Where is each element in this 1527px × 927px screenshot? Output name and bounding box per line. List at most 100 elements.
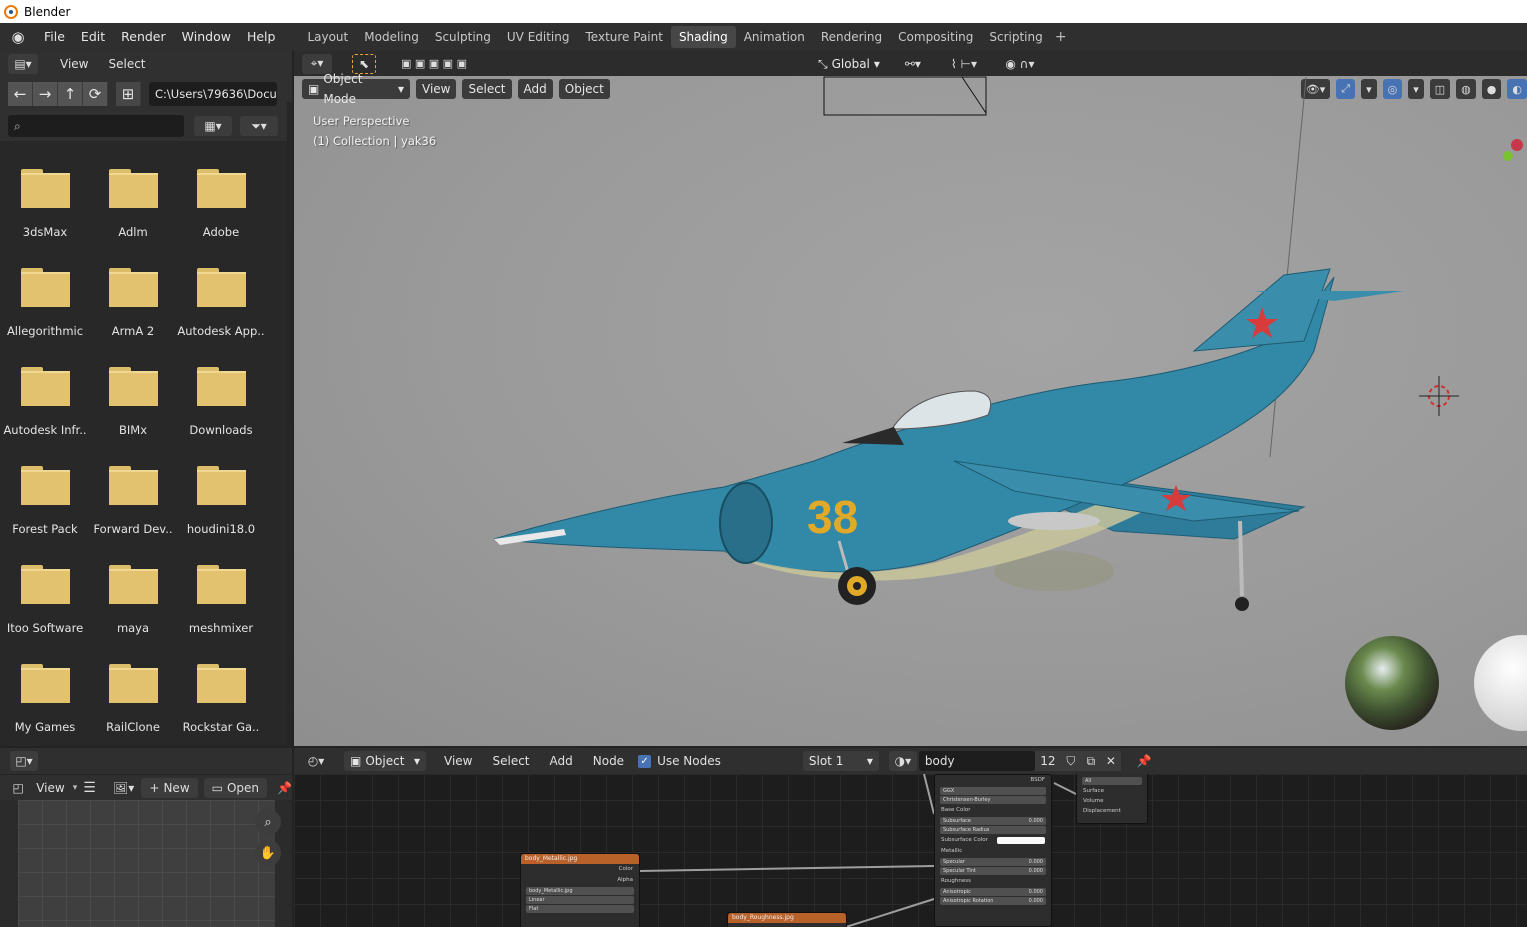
node-projection-dropdown[interactable]: Flat	[526, 905, 634, 913]
file-browser-scrollbar[interactable]	[287, 102, 292, 797]
input-subsurface-radius[interactable]: Subsurface Radius	[940, 826, 1046, 834]
open-image-button[interactable]: ▭ Open	[203, 777, 268, 798]
output-target-dropdown[interactable]: All	[1082, 777, 1142, 785]
menu-edit[interactable]: Edit	[73, 26, 113, 48]
unlink-material-icon[interactable]: ✕	[1100, 751, 1121, 771]
input-specular[interactable]: Specular 0.000	[940, 858, 1046, 866]
node-principled-bsdf[interactable]: BSDF GGX Christensen-Burley Base Color S…	[934, 774, 1052, 927]
add-workspace-icon[interactable]: +	[1051, 29, 1071, 45]
tab-layout[interactable]: Layout	[299, 26, 356, 48]
node-menu-select[interactable]: Select	[482, 754, 539, 768]
node-menu-view[interactable]: View	[434, 754, 482, 768]
input-anisotropic[interactable]: Anisotropic 0.000	[940, 888, 1046, 896]
list-item[interactable]: Forest Pack	[1, 446, 89, 545]
node-image-metallic[interactable]: body_Metallic.jpg Color Alpha body_Metal…	[520, 853, 640, 927]
list-item[interactable]: Itoo Software	[1, 545, 89, 644]
list-item[interactable]: Forward Dev..	[89, 446, 177, 545]
folder-label: Allegorithmic	[6, 324, 84, 338]
new-image-button[interactable]: + New	[141, 777, 198, 798]
editor-type-icon[interactable]: ◴▾	[302, 751, 330, 771]
forward-arrow-icon[interactable]: →	[33, 82, 58, 106]
search-input[interactable]: ⌕	[8, 115, 184, 137]
node-image-field[interactable]: body_Metallic.jpg	[526, 887, 634, 895]
input-anisotropic-rotation[interactable]: Anisotropic Rotation 0.000	[940, 897, 1046, 905]
list-item[interactable]: Downloads	[177, 347, 265, 446]
tab-scripting[interactable]: Scripting	[981, 26, 1050, 48]
list-item[interactable]: BIMx	[89, 347, 177, 446]
duplicate-material-icon[interactable]: ⧉	[1080, 751, 1101, 771]
image-browse-icon[interactable]: 🖼▾	[111, 777, 136, 798]
material-user-count[interactable]: 12	[1034, 751, 1061, 771]
filter-icon[interactable]: ⏷▾	[240, 116, 278, 136]
node-menu-add[interactable]: Add	[540, 754, 583, 768]
tab-rendering[interactable]: Rendering	[813, 26, 890, 48]
distribution-dropdown[interactable]: GGX	[940, 787, 1046, 795]
material-name-field[interactable]: body	[918, 751, 1035, 771]
node-interpolation-dropdown[interactable]: Linear	[526, 896, 634, 904]
list-item[interactable]: 3dsMax	[1, 149, 89, 248]
image-menu-view[interactable]: View	[34, 781, 66, 795]
list-item[interactable]: My Games	[1, 644, 89, 743]
list-item[interactable]: houdini18.0	[177, 446, 265, 545]
menu-window[interactable]: Window	[174, 26, 239, 48]
pin-icon[interactable]: 📌	[277, 781, 292, 795]
tab-texture-paint[interactable]: Texture Paint	[578, 26, 671, 48]
zoom-icon[interactable]: ⌕	[255, 809, 281, 835]
new-folder-icon[interactable]: ⊞	[116, 82, 141, 106]
list-item[interactable]: Allegorithmic	[1, 248, 89, 347]
node-menu-node[interactable]: Node	[583, 754, 634, 768]
list-item[interactable]: ArmA 2	[89, 248, 177, 347]
tab-compositing[interactable]: Compositing	[890, 26, 981, 48]
path-field[interactable]: C:\Users\79636\Docu..	[149, 82, 277, 106]
hamburger-menu-icon[interactable]: ☰	[83, 780, 96, 796]
3d-viewport[interactable]: ⌖▾ ⬉ ▣ ▣ ▣ ▣ ▣ ⤡ Global ▾ ⚯▾ ⌇ ⊢▾ ◉ ∩▾ ▣ Ob…	[294, 51, 1527, 746]
editor-type-icon[interactable]: ▤▾	[8, 54, 38, 74]
use-nodes-checkbox[interactable]: ✓	[638, 754, 652, 768]
slot-label: Slot 1	[808, 754, 844, 768]
list-item[interactable]: meshmixer	[177, 545, 265, 644]
tab-uv-editing[interactable]: UV Editing	[499, 26, 578, 48]
list-item[interactable]: Autodesk Infr..	[1, 347, 89, 446]
node-image-roughness[interactable]: body_Roughness.jpg	[727, 912, 847, 927]
subsurface-method-dropdown[interactable]: Christensen-Burley	[940, 796, 1046, 804]
menu-file[interactable]: File	[36, 26, 73, 48]
slot-dropdown[interactable]: Slot 1 ▾	[802, 751, 879, 771]
search-icon: ⌕	[14, 118, 21, 133]
input-subsurface-color[interactable]: Subsurface Color	[935, 835, 1051, 846]
pin-icon[interactable]: 📌	[1137, 754, 1152, 768]
pan-hand-icon[interactable]: ✋	[255, 840, 281, 866]
fb-menu-select[interactable]: Select	[98, 57, 155, 71]
back-arrow-icon[interactable]: ←	[8, 82, 33, 106]
input-specular-tint[interactable]: Specular Tint 0.000	[940, 867, 1046, 875]
list-item[interactable]: Adobe	[177, 149, 265, 248]
list-item[interactable]: Rockstar Ga..	[177, 644, 265, 743]
refresh-icon[interactable]: ⟳	[83, 82, 108, 106]
fake-user-shield-icon[interactable]: ⛉	[1060, 751, 1081, 771]
editor-type-icon[interactable]: ◰▾	[10, 751, 38, 771]
material-browse-icon[interactable]: ◑▾	[888, 751, 917, 771]
fb-menu-view[interactable]: View	[50, 57, 98, 71]
tab-animation[interactable]: Animation	[736, 26, 813, 48]
input-metallic[interactable]: Metallic	[935, 846, 1051, 857]
image-editor-canvas[interactable]: ⌕ ✋	[0, 800, 292, 927]
input-subsurface[interactable]: Subsurface 0.000	[940, 817, 1046, 825]
display-mode-icon[interactable]: ▦▾	[194, 116, 232, 136]
tab-shading[interactable]: Shading	[670, 26, 736, 48]
list-item[interactable]: Adlm	[89, 149, 177, 248]
input-roughness[interactable]: Roughness	[935, 876, 1051, 887]
menu-help[interactable]: Help	[239, 26, 284, 48]
list-item[interactable]: maya	[89, 545, 177, 644]
blender-menu-icon[interactable]: ◉	[0, 28, 36, 46]
node-editor-canvas[interactable]: body_Metallic.jpg Color Alpha body_Metal…	[294, 774, 1527, 927]
input-base-color[interactable]: Base Color	[935, 805, 1051, 816]
menu-render[interactable]: Render	[113, 26, 174, 48]
list-item[interactable]: RailClone	[89, 644, 177, 743]
shader-type-dropdown[interactable]: ▣ Object ▾	[344, 751, 426, 771]
image-editor-type-icon[interactable]: ◰	[8, 777, 29, 798]
image-editor-top-header: ◰▾	[0, 748, 292, 774]
node-material-output[interactable]: All Surface Volume Displacement	[1076, 774, 1148, 824]
tab-modeling[interactable]: Modeling	[356, 26, 427, 48]
list-item[interactable]: Autodesk App..	[177, 248, 265, 347]
parent-dir-icon[interactable]: ↑	[58, 82, 83, 106]
tab-sculpting[interactable]: Sculpting	[427, 26, 499, 48]
